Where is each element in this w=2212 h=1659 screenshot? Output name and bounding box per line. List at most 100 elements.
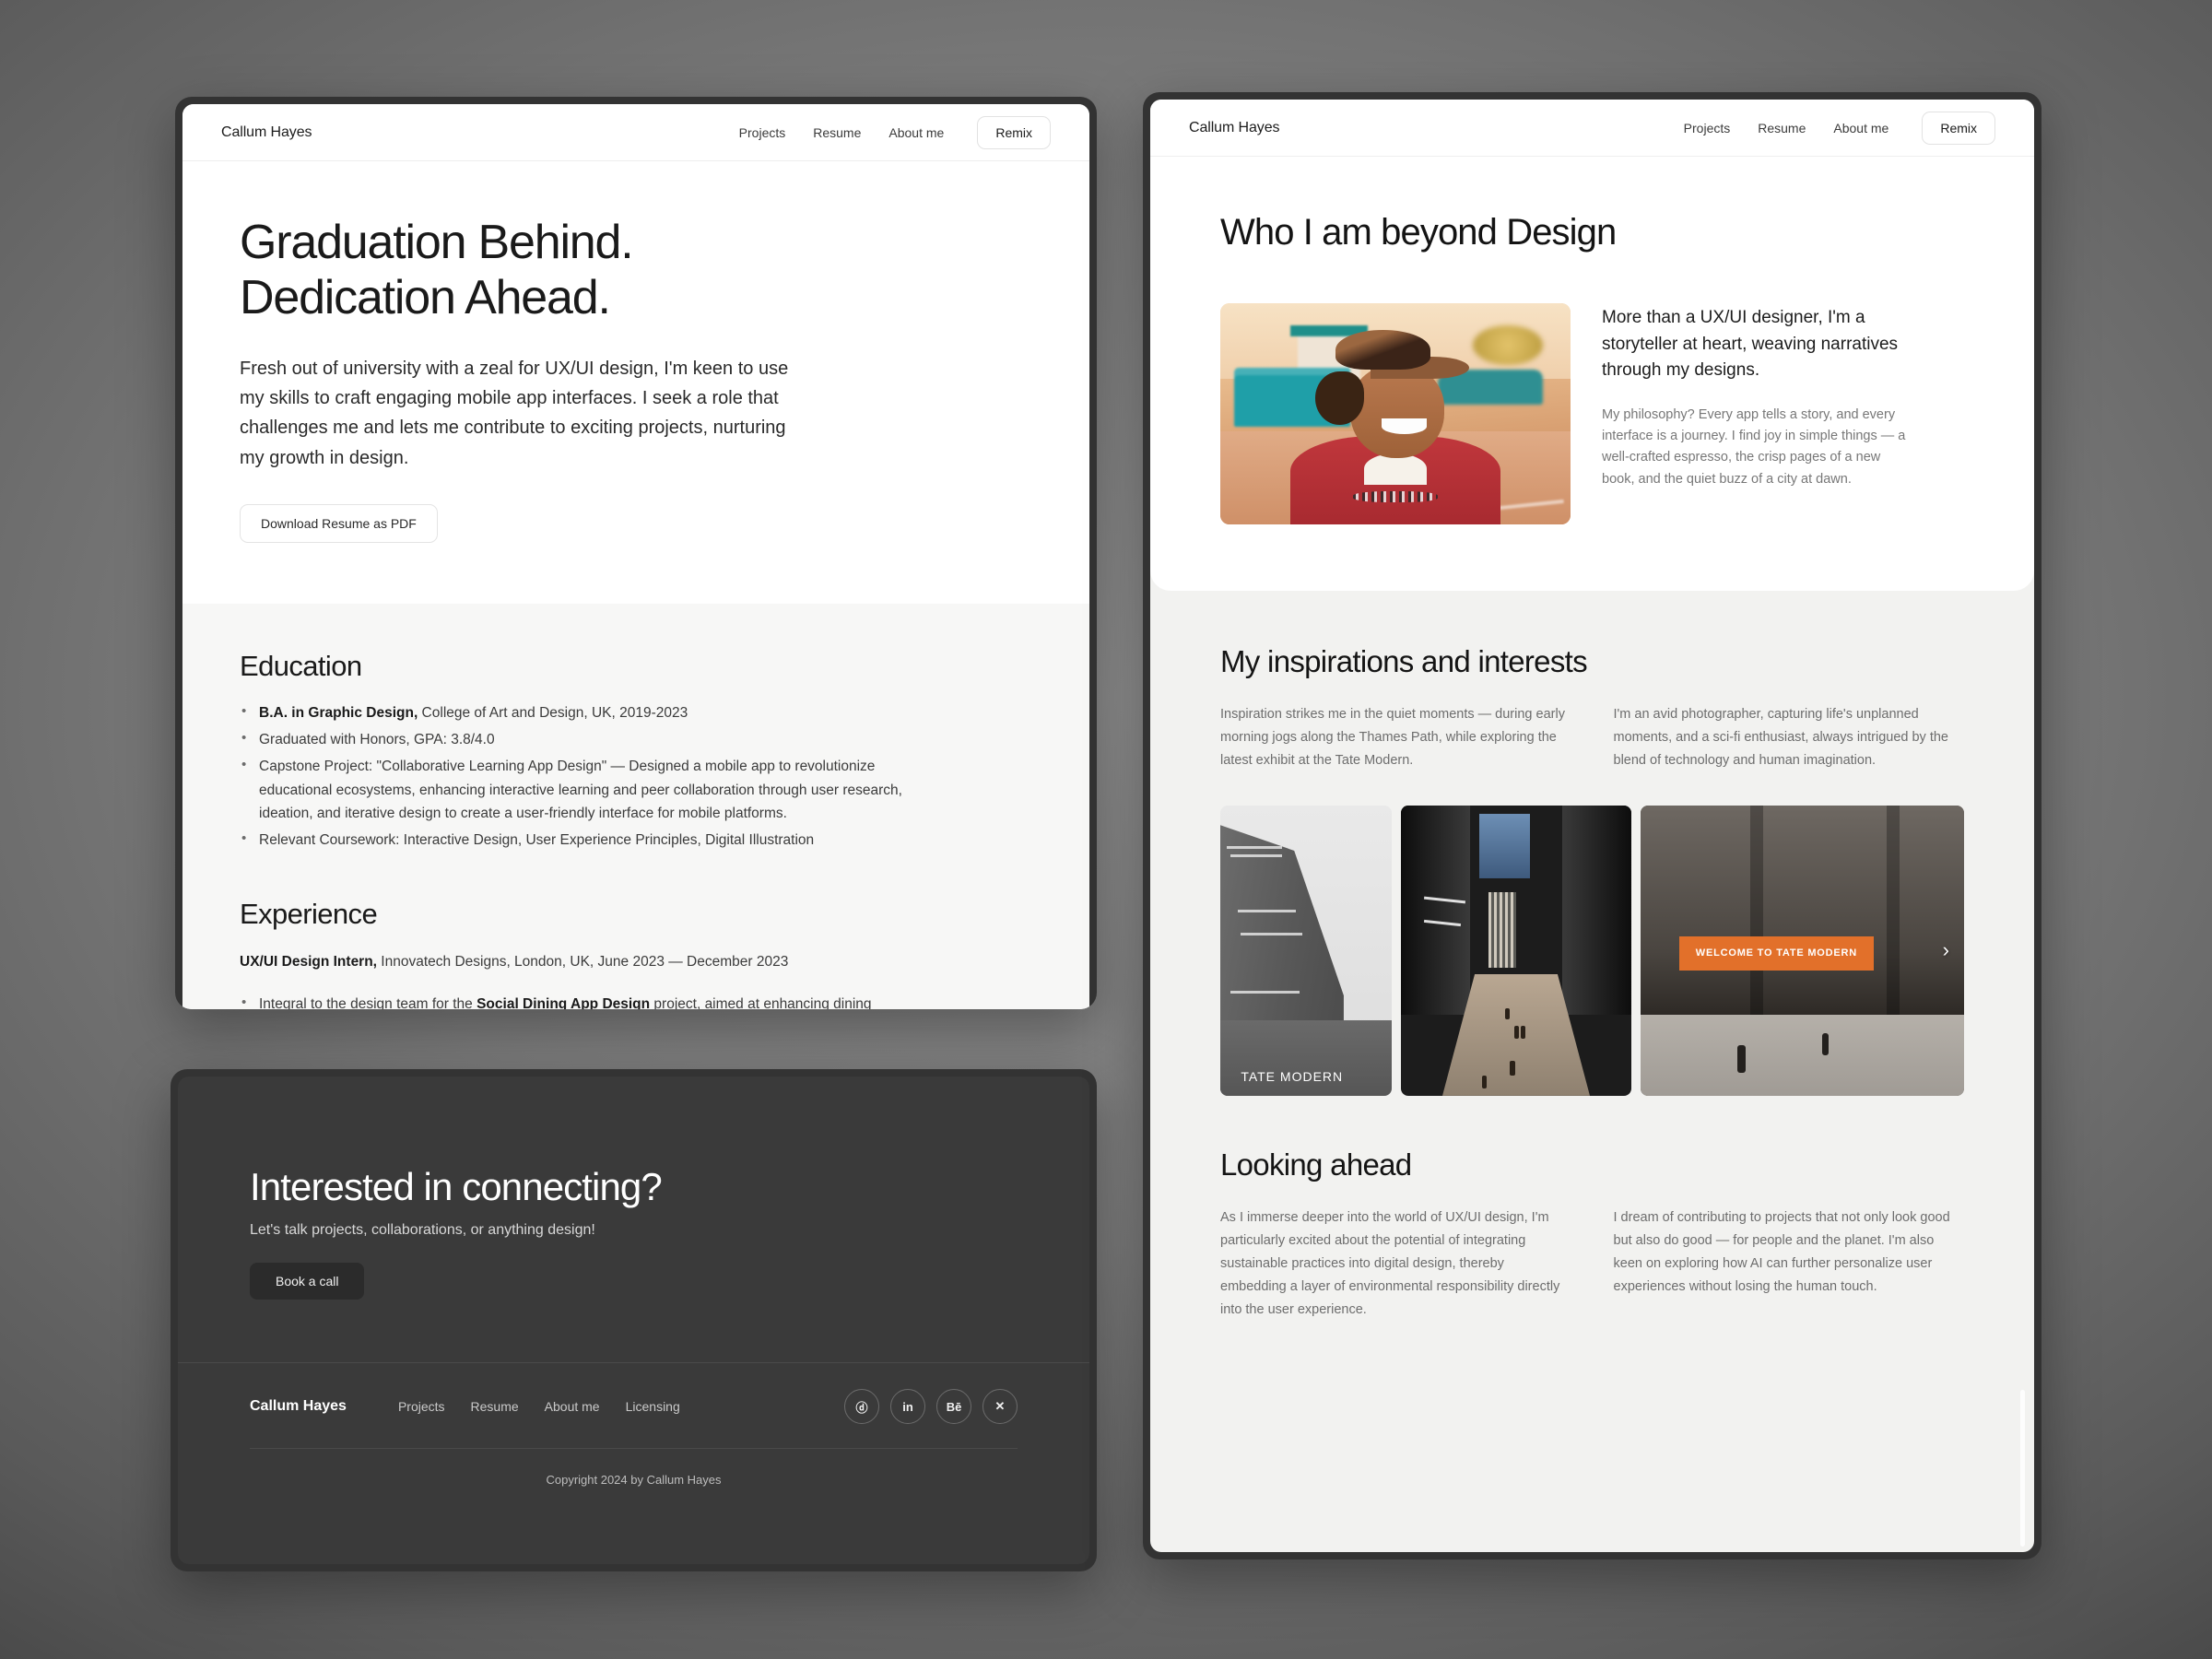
gallery-next-icon[interactable]: › [1943,940,1949,960]
hero-description: Fresh out of university with a zeal for … [240,354,811,474]
photo-cap [1335,330,1430,370]
g2-wall-right [1562,806,1631,1015]
about-hero: Who I am beyond Design [1150,157,2034,591]
vertical-scrollbar[interactable] [2020,1390,2025,1547]
gallery-image-3[interactable]: WELCOME TO TATE MODERN › [1641,806,1964,1096]
image-gallery: TATE MODERN [1220,806,1964,1096]
nav-links: Projects Resume About me Remix [739,116,1051,149]
looking-ahead-heading: Looking ahead [1220,1147,1964,1182]
g2-person [1482,1076,1487,1088]
photo-smile [1382,418,1427,434]
site-nav-about: Callum Hayes Projects Resume About me Re… [1150,100,2034,157]
page-title: Graduation Behind. Dedication Ahead. [240,215,848,326]
g2-person [1521,1026,1525,1039]
nav-link-about-me[interactable]: About me [1833,121,1888,135]
education-item-bold: B.A. in Graphic Design, [259,705,418,721]
gallery-image-2[interactable] [1401,806,1631,1096]
education-heading: Education [240,650,1032,683]
about-text-block: More than a UX/UI designer, I'm a storyt… [1602,303,1915,524]
about-title: Who I am beyond Design [1220,212,1964,253]
contact-screen: Interested in connecting? Let's talk pro… [178,1077,1089,1564]
remix-button[interactable]: Remix [977,116,1051,149]
list-item: B.A. in Graphic Design, College of Art a… [240,701,922,724]
behance-icon[interactable]: Bē [936,1389,971,1424]
resume-hero: Graduation Behind. Dedication Ahead. Fre… [182,161,1089,604]
nav-link-about-me[interactable]: About me [888,125,944,140]
contact-title: Interested in connecting? [250,1165,1018,1209]
nav-links: Projects Resume About me Remix [1684,112,1995,145]
brand-logo[interactable]: Callum Hayes [221,124,312,141]
contact-subtitle: Let's talk projects, collaborations, or … [250,1222,1018,1239]
g2-skylight [1479,814,1530,877]
education-list: B.A. in Graphic Design, College of Art a… [240,701,1032,852]
g3-ground [1641,1015,1964,1096]
g2-person [1514,1026,1519,1039]
g2-person [1505,1008,1510,1019]
book-a-call-button[interactable]: Book a call [250,1263,364,1300]
g1-window-slot [1230,991,1299,994]
g3-column [1887,806,1900,1015]
g1-window-slot [1241,933,1302,935]
footer-link-licensing[interactable]: Licensing [626,1399,680,1414]
list-item: Relevant Coursework: Interactive Design,… [240,829,922,852]
experience-role-title: UX/UI Design Intern, [240,954,377,970]
photo-shirt [1364,453,1427,485]
site-footer: Callum Hayes Projects Resume About me Li… [178,1362,1089,1503]
experience-role: UX/UI Design Intern, Innovatech Designs,… [240,951,1032,974]
g1-window-slot [1227,846,1282,849]
nav-link-resume[interactable]: Resume [1758,121,1806,135]
looking-ahead-col-1: As I immerse deeper into the world of UX… [1220,1206,1571,1322]
experience-list: Integral to the design team for the Soci… [240,993,1032,1009]
download-resume-button[interactable]: Download Resume as PDF [240,504,438,543]
about-screen: Callum Hayes Projects Resume About me Re… [1150,100,2034,1552]
about-philosophy: My philosophy? Every app tells a story, … [1602,405,1915,491]
gallery-caption-1: TATE MODERN [1241,1069,1343,1084]
photo-face [1350,365,1445,458]
g2-wall-left [1401,806,1470,1015]
inspirations-col-1: Inspiration strikes me in the quiet mome… [1220,703,1571,772]
inspirations-columns: Inspiration strikes me in the quiet mome… [1220,703,1964,772]
experience-item-bold: Social Dining App Design [477,996,650,1009]
about-body: My inspirations and interests Inspiratio… [1150,591,2034,1359]
portrait-photo [1220,303,1571,524]
footer-links: Projects Resume About me Licensing [398,1399,680,1414]
social-links: ⓓ in Bē ✕ [844,1389,1018,1424]
nav-link-projects[interactable]: Projects [739,125,786,140]
g2-person [1510,1061,1515,1076]
looking-ahead-columns: As I immerse deeper into the world of UX… [1220,1206,1964,1322]
contact-window: Interested in connecting? Let's talk pro… [171,1069,1097,1571]
looking-ahead-col-2: I dream of contributing to projects that… [1614,1206,1965,1322]
g1-window-slot [1238,910,1296,912]
about-lead: More than a UX/UI designer, I'm a storyt… [1602,305,1906,384]
list-item: Graduated with Honors, GPA: 3.8/4.0 [240,728,922,751]
experience-item-pre: Integral to the design team for the [259,996,477,1009]
resume-content: Education B.A. in Graphic Design, Colleg… [182,604,1089,1009]
inspirations-col-2: I'm an avid photographer, capturing life… [1614,703,1965,772]
footer-brand[interactable]: Callum Hayes [250,1398,347,1415]
g3-person [1737,1045,1746,1073]
footer-link-about-me[interactable]: About me [545,1399,600,1414]
nav-link-resume[interactable]: Resume [813,125,861,140]
x-icon[interactable]: ✕ [982,1389,1018,1424]
brand-logo[interactable]: Callum Hayes [1189,120,1279,136]
footer-link-projects[interactable]: Projects [398,1399,445,1414]
resume-window: Callum Hayes Projects Resume About me Re… [175,97,1097,1009]
inspirations-heading: My inspirations and interests [1220,644,1964,679]
dribbble-icon[interactable]: ⓓ [844,1389,879,1424]
footer-top-row: Callum Hayes Projects Resume About me Li… [250,1363,1018,1448]
g2-window [1488,892,1516,968]
list-item: Integral to the design team for the Soci… [240,993,922,1009]
education-item-text: College of Art and Design, UK, 2019-2023 [418,705,688,721]
g3-wall [1641,806,1964,1015]
site-nav-resume: Callum Hayes Projects Resume About me Re… [182,104,1089,161]
footer-link-resume[interactable]: Resume [471,1399,519,1414]
remix-button[interactable]: Remix [1922,112,1995,145]
gallery-caption-3: WELCOME TO TATE MODERN [1679,936,1874,971]
nav-link-projects[interactable]: Projects [1684,121,1731,135]
gallery-image-1[interactable]: TATE MODERN [1220,806,1392,1096]
g1-window-slot [1230,854,1282,857]
photo-collar-stripe [1353,491,1437,502]
contact-section: Interested in connecting? Let's talk pro… [178,1077,1089,1300]
linkedin-icon[interactable]: in [890,1389,925,1424]
g1-base [1220,1020,1392,1096]
